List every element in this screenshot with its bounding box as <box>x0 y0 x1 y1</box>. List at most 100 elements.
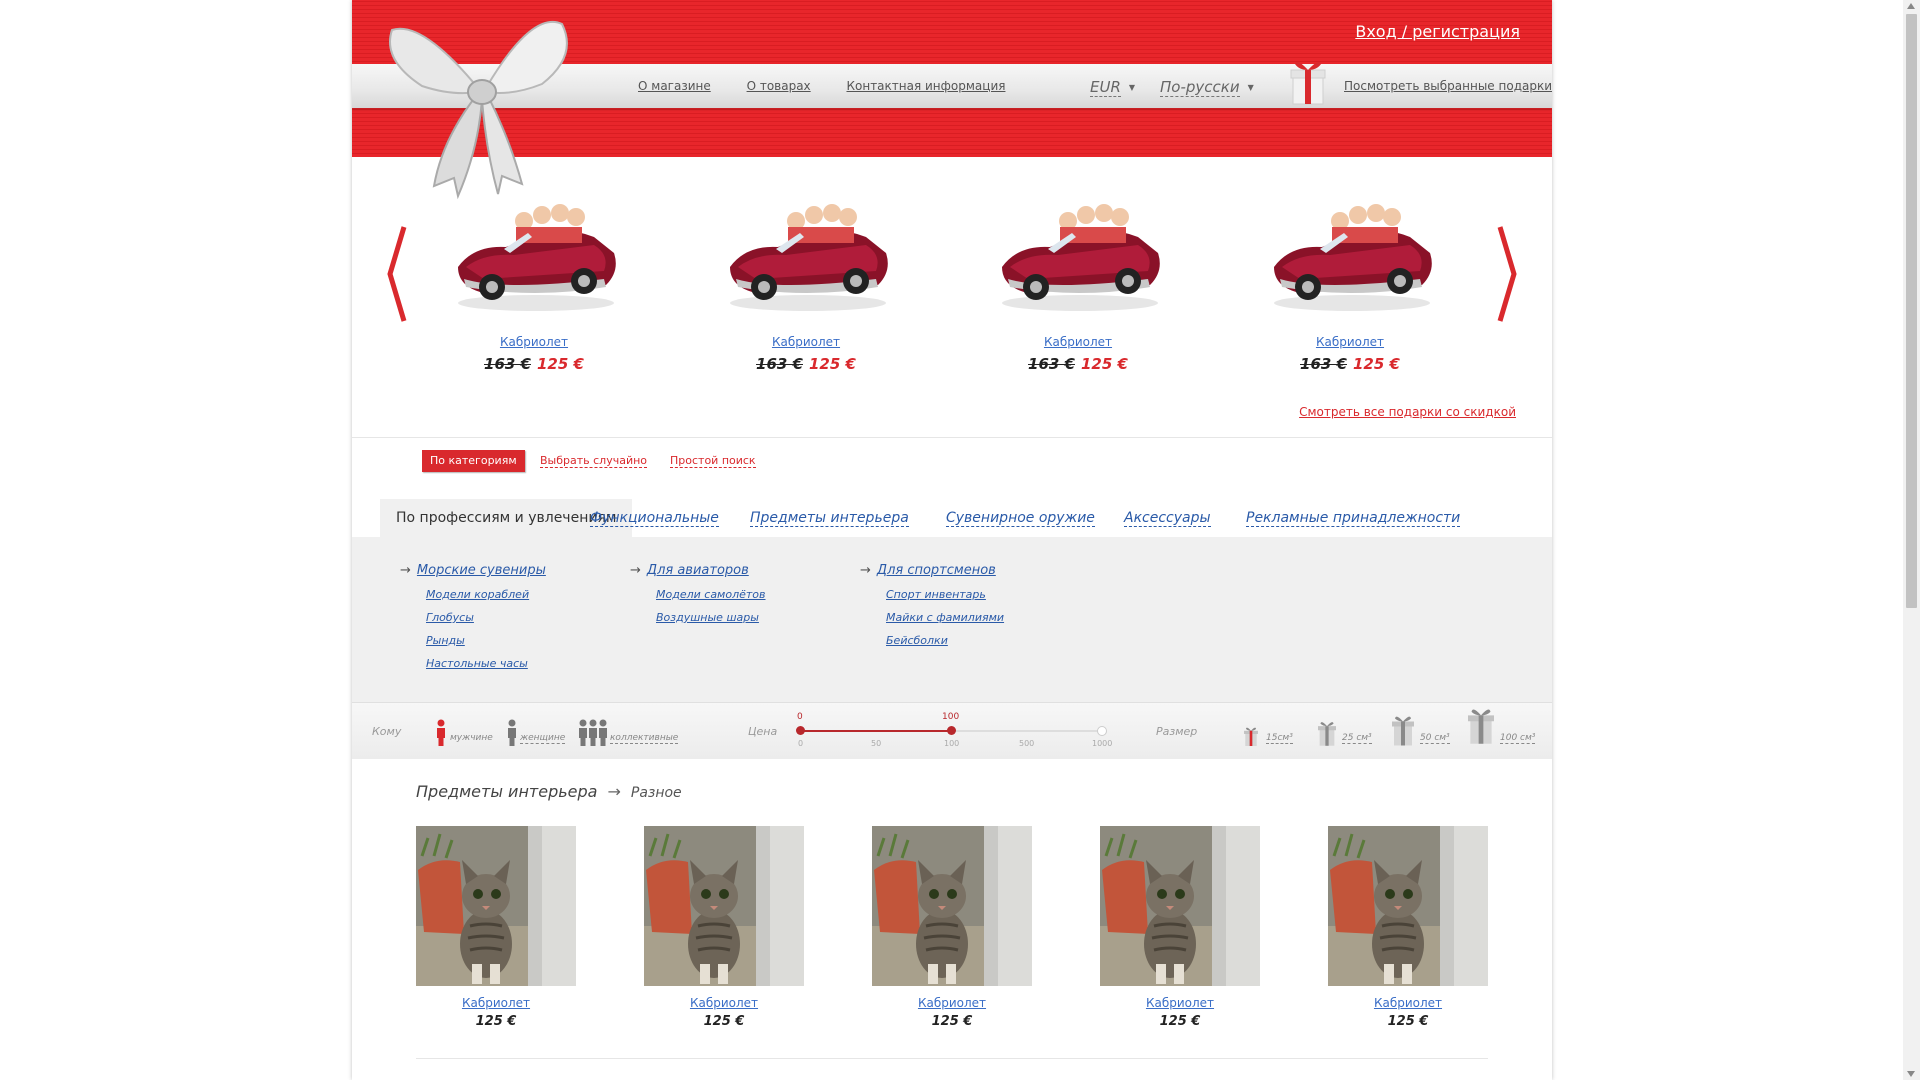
size-option-15[interactable]: 15см³ <box>1266 733 1293 744</box>
product-card: Кабриолет 125 € <box>1100 826 1260 1029</box>
product-name-link[interactable]: Кабриолет <box>444 335 624 349</box>
category-column: → Морские сувениры Модели кораблей Глобус… <box>400 563 546 670</box>
chevron-down-icon: ▼ <box>1128 83 1136 92</box>
gift-size-50-icon[interactable] <box>1392 715 1414 746</box>
arrow-right-icon: → <box>607 782 621 801</box>
tab-label: Функциональные <box>590 510 719 527</box>
view-selected-gifts-link[interactable]: Посмотреть выбранные подарки <box>1344 79 1552 93</box>
mode-by-categories-button[interactable]: По категориям <box>422 450 525 472</box>
subcategory-link[interactable]: Модели кораблей <box>426 588 546 601</box>
nav-about-products[interactable]: О товарах <box>747 79 811 93</box>
product-image[interactable] <box>716 175 896 323</box>
price-slider-max-handle[interactable] <box>947 726 956 735</box>
product-price: 125 € <box>931 1014 973 1029</box>
old-price: 163 € <box>1300 355 1347 373</box>
tab-label: Аксессуары <box>1124 510 1211 527</box>
currency-dropdown[interactable]: EUR ▼ <box>1090 78 1136 97</box>
category-heading[interactable]: → Для спортсменов <box>860 563 1004 578</box>
currency-value: EUR <box>1090 78 1121 97</box>
carousel-next-arrow-icon[interactable] <box>1496 225 1518 323</box>
filter-to-men[interactable]: мужчине <box>450 733 493 743</box>
subcategory-link[interactable]: Настольные часы <box>426 657 546 670</box>
scrollbar-thumb[interactable] <box>1906 14 1917 608</box>
gift-size-15-icon[interactable] <box>1244 727 1258 746</box>
product-image[interactable] <box>1328 826 1488 986</box>
price-tick: 500 <box>1019 739 1035 748</box>
product-card: Кабриолет 125 € <box>872 826 1032 1029</box>
product-name-link[interactable]: Кабриолет <box>988 335 1168 349</box>
carousel-prev-arrow-icon[interactable] <box>386 225 408 323</box>
scroll-down-icon[interactable] <box>1907 1071 1915 1077</box>
product-image[interactable] <box>988 175 1168 323</box>
woman-icon[interactable] <box>507 719 517 747</box>
carousel-item: Кабриолет 163 € 125 € <box>1260 175 1440 373</box>
subcategory-link[interactable]: Модели самолётов <box>656 588 766 601</box>
nav-contacts[interactable]: Контактная информация <box>846 79 1005 93</box>
product-name-link[interactable]: Кабриолет <box>1260 335 1440 349</box>
tab-label: Рекламные принадлежности <box>1246 510 1461 527</box>
product-card: Кабриолет 125 € <box>1328 826 1488 1029</box>
login-register-link[interactable]: Вход / регистрация <box>1355 22 1520 41</box>
category-tabs: По профессиям и увлечениям Функциональны… <box>380 499 1552 537</box>
product-name-link[interactable]: Кабриолет <box>716 335 896 349</box>
product-name-link[interactable]: Кабриолет <box>644 996 804 1010</box>
tab-interior-items[interactable]: Предметы интерьера <box>750 499 909 537</box>
product-name-link[interactable]: Кабриолет <box>872 996 1032 1010</box>
arrow-right-icon: → <box>400 563 411 578</box>
page-scrollbar[interactable] <box>1903 0 1920 1080</box>
tab-functional[interactable]: Функциональные <box>590 499 719 537</box>
product-image[interactable] <box>872 826 1032 986</box>
scroll-up-icon[interactable] <box>1907 3 1915 9</box>
category-column: → Для спортсменов Спорт инвентарь Майки с… <box>860 563 1004 647</box>
size-option-50[interactable]: 50 см³ <box>1420 733 1450 744</box>
gift-size-100-icon[interactable] <box>1468 707 1494 745</box>
arrow-right-icon: → <box>860 563 871 578</box>
tab-label: Сувенирное оружие <box>946 510 1095 527</box>
product-image[interactable] <box>416 826 576 986</box>
size-option-100[interactable]: 100 см³ <box>1500 733 1536 744</box>
chevron-down-icon: ▼ <box>1247 83 1254 92</box>
product-price: 163 € 125 € <box>1260 355 1440 373</box>
category-heading[interactable]: → Морские сувениры <box>400 563 546 578</box>
price-slider-min-handle[interactable] <box>796 726 805 735</box>
price-slider-range <box>800 730 951 732</box>
product-name-link[interactable]: Кабриолет <box>416 996 576 1010</box>
category-heading[interactable]: → Для авиаторов <box>630 563 766 578</box>
tab-promo-items[interactable]: Рекламные принадлежности <box>1246 499 1461 537</box>
subcategory-link[interactable]: Глобусы <box>426 611 546 624</box>
page-container: Вход / регистрация О магазине О товарах … <box>352 0 1552 1080</box>
nav-about-shop[interactable]: О магазине <box>638 79 711 93</box>
subcategory-link[interactable]: Спорт инвентарь <box>886 588 1004 601</box>
subcategory-panel: → Морские сувениры Модели кораблей Глобус… <box>352 537 1552 702</box>
gift-size-25-icon[interactable] <box>1318 721 1336 746</box>
price-min-value: 0 <box>797 712 803 722</box>
product-card: Кабриолет 125 € <box>644 826 804 1029</box>
filter-to-group[interactable]: коллективные <box>610 733 679 744</box>
ribbon-bow-logo <box>389 20 568 200</box>
language-value: По-русски <box>1160 78 1240 97</box>
filter-size-label: Размер <box>1156 725 1198 738</box>
tab-accessories[interactable]: Аксессуары <box>1124 499 1211 537</box>
carousel-item: Кабриолет 163 € 125 € <box>988 175 1168 373</box>
subcategory-link[interactable]: Воздушные шары <box>656 611 766 624</box>
gift-box-icon[interactable] <box>1287 58 1329 106</box>
product-image[interactable] <box>1260 175 1440 323</box>
product-image[interactable] <box>644 826 804 986</box>
filter-to-women[interactable]: женщине <box>520 733 566 744</box>
man-icon[interactable] <box>436 719 446 747</box>
language-dropdown[interactable]: По-русски ▼ <box>1160 78 1254 97</box>
mode-random-link[interactable]: Выбрать случайно <box>540 454 648 468</box>
see-all-discount-gifts-link[interactable]: Смотреть все подарки со скидкой <box>1299 405 1516 419</box>
product-image[interactable] <box>1100 826 1260 986</box>
category-column: → Для авиаторов Модели самолётов Воздушны… <box>630 563 766 624</box>
group-icon[interactable] <box>578 719 608 747</box>
product-price: 125 € <box>1159 1014 1201 1029</box>
tab-souvenir-weapons[interactable]: Сувенирное оружие <box>946 499 1095 537</box>
subcategory-link[interactable]: Бейсболки <box>886 634 1004 647</box>
size-option-25[interactable]: 25 см³ <box>1342 733 1372 744</box>
subcategory-link[interactable]: Майки с фамилиями <box>886 611 1004 624</box>
product-name-link[interactable]: Кабриолет <box>1100 996 1260 1010</box>
subcategory-link[interactable]: Рынды <box>426 634 546 647</box>
mode-simple-search-link[interactable]: Простой поиск <box>670 454 756 468</box>
product-name-link[interactable]: Кабриолет <box>1328 996 1488 1010</box>
